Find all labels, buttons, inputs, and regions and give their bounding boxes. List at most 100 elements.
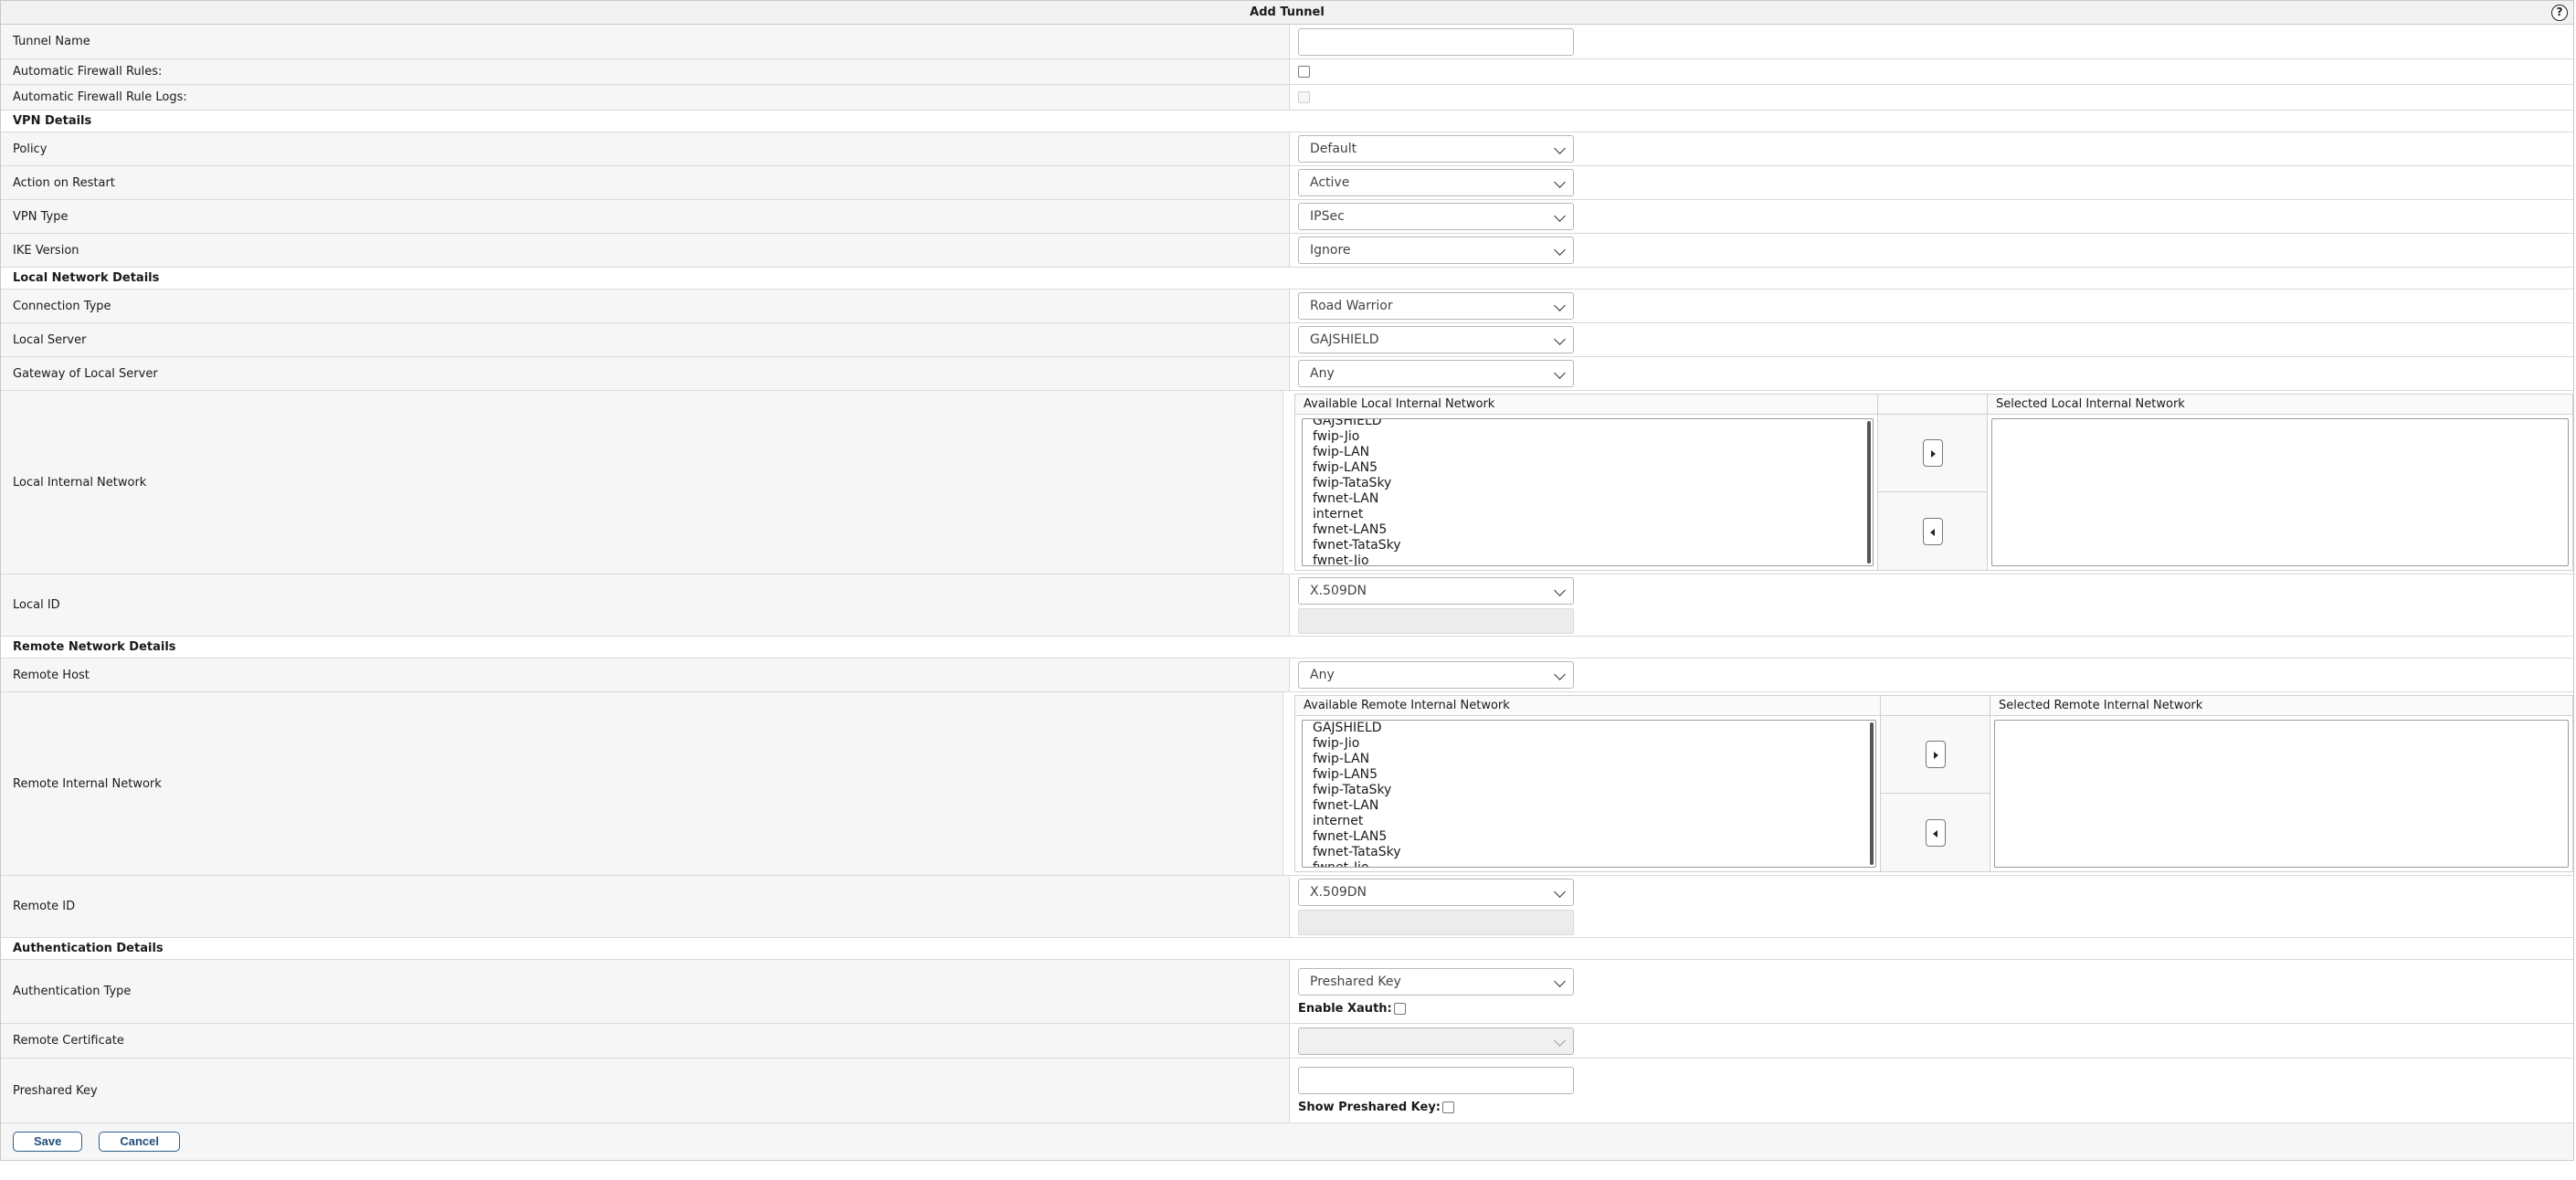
action-restart-value: Active [1310, 175, 1350, 190]
selected-local-listbox[interactable] [1991, 418, 2569, 566]
list-item[interactable]: fwip-TataSky [1313, 783, 1875, 798]
auth-type-label: Authentication Type [1, 960, 1290, 1023]
list-item[interactable]: fwnet-Jio [1313, 860, 1875, 867]
list-item[interactable]: fwip-LAN5 [1313, 460, 1873, 476]
chevron-down-icon [1554, 367, 1566, 379]
section-auth: Authentication Details [1, 938, 2573, 960]
action-restart-select[interactable]: Active [1298, 169, 1574, 196]
row-ike-version: IKE Version Ignore [1, 234, 2573, 268]
list-item[interactable]: GAJSHIELD [1313, 721, 1875, 736]
remote-cert-label: Remote Certificate [1, 1024, 1290, 1058]
row-auto-fw-logs: Automatic Firewall Rule Logs: [1, 85, 2573, 111]
remote-host-select[interactable]: Any [1298, 661, 1574, 689]
row-preshared-key: Preshared Key Show Preshared Key: [1, 1059, 2573, 1123]
remote-id-field [1298, 909, 1574, 935]
available-remote-header: Available Remote Internal Network [1295, 696, 1880, 716]
auth-type-select[interactable]: Preshared Key [1298, 967, 1574, 996]
list-item[interactable]: fwip-LAN [1313, 752, 1875, 767]
list-item[interactable]: fwnet-TataSky [1313, 845, 1875, 860]
policy-value: Default [1310, 142, 1357, 156]
chevron-down-icon [1554, 1034, 1566, 1047]
help-icon[interactable]: ? [2551, 5, 2568, 21]
ike-version-select[interactable]: Ignore [1298, 237, 1574, 264]
row-vpn-type: VPN Type IPSec [1, 200, 2573, 234]
available-local-listbox[interactable]: GAJSHIELD fwip-Jio fwip-LAN fwip-LAN5 fw… [1302, 418, 1874, 566]
list-item[interactable]: fwnet-LAN [1313, 798, 1875, 814]
list-item[interactable]: fwip-Jio [1313, 429, 1873, 445]
arrow-left-icon [1932, 829, 1937, 838]
row-connection-type: Connection Type Road Warrior [1, 290, 2573, 323]
gateway-local-select[interactable]: Any [1298, 360, 1574, 387]
arrow-left-icon [1929, 528, 1935, 536]
ike-version-value: Ignore [1310, 243, 1351, 258]
ike-version-label: IKE Version [1, 234, 1290, 267]
remote-id-select[interactable]: X.509DN [1298, 878, 1574, 906]
row-remote-internal-network: Remote Internal Network Available Remote… [1, 692, 2573, 876]
remote-internal-network-label: Remote Internal Network [1, 692, 1283, 875]
action-restart-label: Action on Restart [1, 166, 1290, 199]
list-item[interactable]: fwnet-LAN [1313, 491, 1873, 507]
enable-xauth-checkbox[interactable] [1393, 1002, 1406, 1015]
row-policy: Policy Default [1, 132, 2573, 166]
add-remote-network-button[interactable] [1925, 741, 1946, 768]
chevron-down-icon [1554, 333, 1566, 345]
remote-cert-select[interactable] [1298, 1027, 1574, 1055]
remote-id-label: Remote ID [1, 876, 1290, 937]
list-item[interactable]: fwnet-TataSky [1313, 538, 1873, 553]
list-item[interactable]: GAJSHIELD [1313, 419, 1873, 429]
remote-network-picker: Available Remote Internal Network GAJSHI… [1294, 695, 2573, 872]
list-item[interactable]: fwnet-LAN5 [1313, 522, 1873, 538]
local-id-value: X.509DN [1310, 583, 1367, 598]
list-item[interactable]: internet [1313, 814, 1875, 829]
auto-fw-logs-label: Automatic Firewall Rule Logs: [1, 85, 1290, 110]
local-server-select[interactable]: GAJSHIELD [1298, 326, 1574, 353]
title-bar: Add Tunnel ? [1, 1, 2573, 25]
show-psk-checkbox[interactable] [1442, 1101, 1454, 1113]
list-item[interactable]: fwip-LAN5 [1313, 767, 1875, 783]
list-item[interactable]: fwip-TataSky [1313, 476, 1873, 491]
row-local-internal-network: Local Internal Network Available Local I… [1, 391, 2573, 574]
local-server-value: GAJSHIELD [1310, 332, 1379, 347]
auto-fw-logs-checkbox[interactable] [1298, 91, 1310, 103]
tunnel-name-input[interactable] [1298, 27, 1574, 56]
section-remote-network: Remote Network Details [1, 637, 2573, 658]
gateway-local-label: Gateway of Local Server [1, 357, 1290, 390]
chevron-down-icon [1554, 300, 1566, 311]
list-item[interactable]: fwip-LAN [1313, 445, 1873, 460]
connection-type-label: Connection Type [1, 290, 1290, 322]
selected-remote-listbox[interactable] [1994, 720, 2569, 868]
available-local-header: Available Local Internal Network [1295, 395, 1877, 415]
list-item[interactable]: internet [1313, 507, 1873, 522]
list-item[interactable]: fwip-Jio [1313, 736, 1875, 752]
gateway-local-value: Any [1310, 366, 1335, 381]
cancel-button[interactable]: Cancel [99, 1132, 181, 1152]
section-local-network: Local Network Details [1, 268, 2573, 290]
list-item[interactable]: fwnet-LAN5 [1313, 829, 1875, 845]
add-local-network-button[interactable] [1922, 439, 1943, 467]
row-remote-id: Remote ID X.509DN [1, 876, 2573, 938]
connection-type-select[interactable]: Road Warrior [1298, 292, 1574, 320]
preshared-key-input[interactable] [1298, 1067, 1574, 1094]
available-remote-listbox[interactable]: GAJSHIELD fwip-Jio fwip-LAN fwip-LAN5 fw… [1302, 720, 1876, 868]
remove-local-network-button[interactable] [1922, 517, 1943, 545]
policy-label: Policy [1, 132, 1290, 165]
scrollbar[interactable] [1867, 421, 1871, 564]
page: Add Tunnel ? Tunnel Name Automatic Firew… [0, 0, 2576, 1180]
chevron-down-icon [1554, 142, 1566, 154]
save-button[interactable]: Save [13, 1132, 83, 1152]
local-network-picker: Available Local Internal Network GAJSHIE… [1294, 394, 2573, 571]
local-id-select[interactable]: X.509DN [1298, 576, 1574, 605]
policy-select[interactable]: Default [1298, 135, 1574, 163]
auth-type-value: Preshared Key [1310, 974, 1401, 989]
local-id-field [1298, 607, 1574, 634]
list-item[interactable]: fwnet-Jio [1313, 553, 1873, 565]
section-vpn-details: VPN Details [1, 111, 2573, 132]
page-title: Add Tunnel [1250, 5, 1325, 19]
remote-id-value: X.509DN [1310, 884, 1367, 900]
vpn-type-select[interactable]: IPSec [1298, 203, 1574, 230]
scrollbar[interactable] [1870, 722, 1874, 865]
remove-remote-network-button[interactable] [1925, 818, 1946, 847]
auto-fw-rules-checkbox[interactable] [1298, 66, 1310, 78]
chevron-down-icon [1554, 244, 1566, 256]
chevron-down-icon [1554, 210, 1566, 222]
